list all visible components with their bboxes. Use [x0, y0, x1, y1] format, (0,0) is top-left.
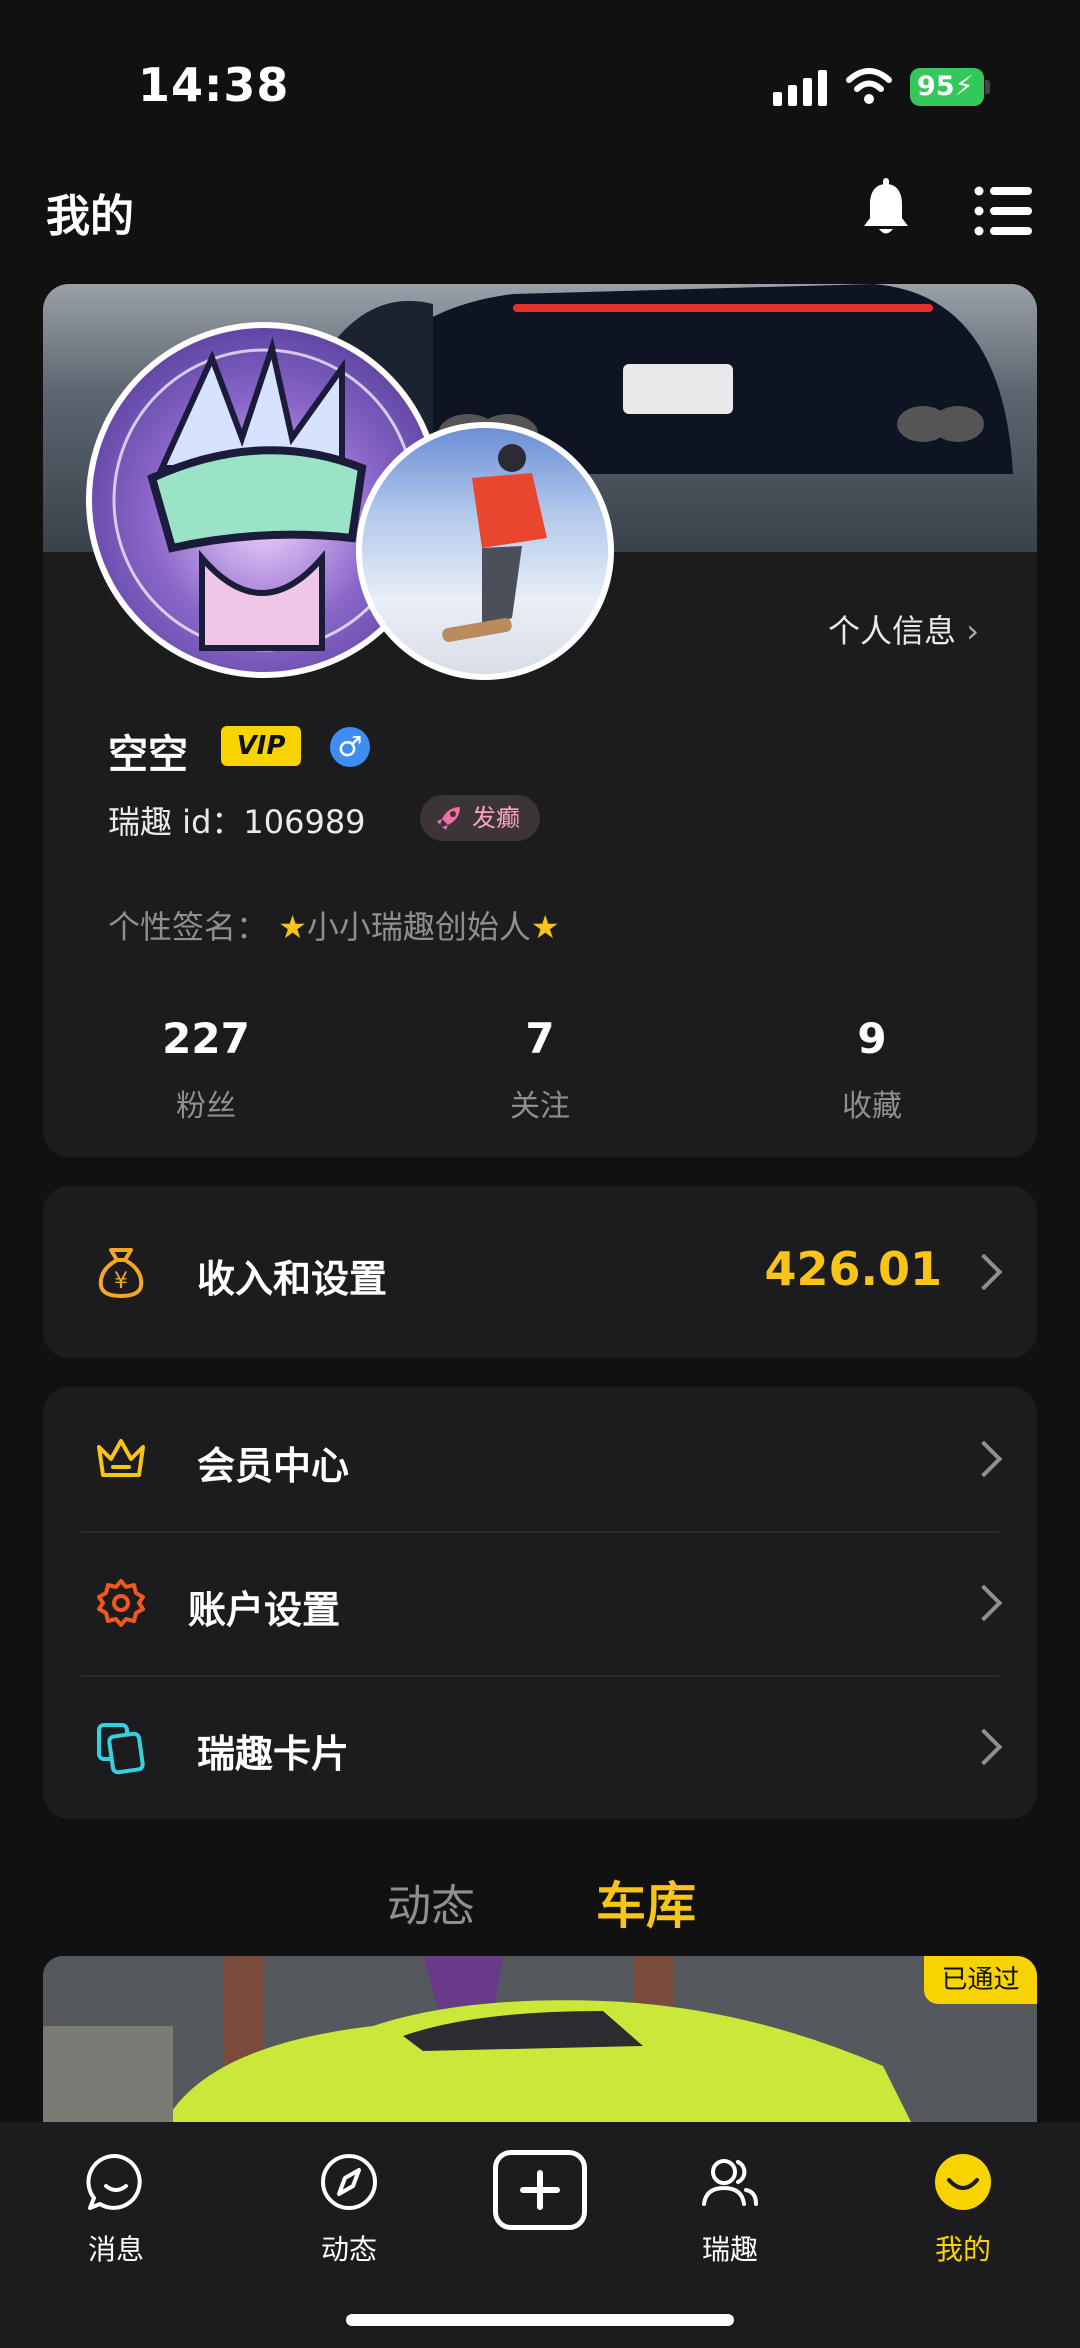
personal-info-link[interactable]: 个人信息 ›: [828, 606, 979, 652]
home-indicator: [346, 2314, 734, 2326]
income-value: 426.01: [764, 1242, 942, 1296]
stat-value: 7: [525, 1014, 555, 1063]
svg-text:¥: ¥: [114, 1269, 128, 1294]
row-label: 瑞趣卡片: [197, 1732, 350, 1776]
rocket-icon: [437, 807, 460, 830]
stat-favorites[interactable]: 9 收藏: [772, 1014, 972, 1125]
vip-badge: VIP: [221, 726, 301, 766]
cards-icon: [97, 1723, 145, 1775]
smile-icon: [935, 2154, 991, 2210]
approved-badge: 已通过: [924, 1956, 1037, 2004]
charging-icon: ⚡: [954, 71, 974, 102]
row-label: 会员中心: [197, 1444, 350, 1488]
star-icon: ★: [278, 908, 307, 946]
stat-following[interactable]: 7 关注: [440, 1014, 640, 1125]
create-post-button[interactable]: [493, 2150, 587, 2230]
plus-icon: [520, 2170, 560, 2210]
crown-icon: [97, 1439, 145, 1477]
chevron-right-icon: ›: [966, 612, 979, 650]
message-icon: [86, 2153, 142, 2210]
income-label: 收入和设置: [197, 1257, 388, 1301]
snowboarder-photo: [442, 444, 547, 643]
row-label: 账户设置: [188, 1588, 341, 1632]
stat-value: 227: [162, 1014, 250, 1063]
tab-garage[interactable]: 车库: [596, 1866, 696, 1938]
star-icon: ★: [530, 908, 560, 946]
nav-item-messages[interactable]: 消息: [46, 2150, 186, 2268]
compass-icon: [321, 2154, 377, 2210]
chevron-right-icon: [965, 1728, 1003, 1766]
stat-label: 收藏: [842, 1089, 902, 1124]
nav-label: 瑞趣: [701, 2233, 758, 2266]
status-time: 14:38: [138, 58, 290, 112]
money-bag-icon: ¥: [98, 1248, 144, 1299]
cellular-signal-icon: [773, 70, 827, 106]
status-tag[interactable]: 发癫: [420, 795, 540, 841]
nav-label: 动态: [320, 2233, 377, 2266]
nav-item-feed[interactable]: 动态: [279, 2150, 419, 2268]
user-name: 空空: [108, 732, 188, 778]
male-gender-icon: ♂: [330, 727, 370, 767]
stat-label: 粉丝: [176, 1089, 236, 1124]
stat-value: 9: [857, 1014, 887, 1063]
avatar-secondary[interactable]: [356, 422, 614, 680]
row-account-settings[interactable]: 账户设置: [43, 1531, 1037, 1675]
stat-label: 关注: [510, 1089, 570, 1124]
income-settings-row[interactable]: ¥ 收入和设置 426.01: [43, 1186, 1037, 1358]
tab-posts[interactable]: 动态: [387, 1870, 475, 1934]
nav-item-me[interactable]: 我的: [893, 2150, 1033, 2268]
gear-icon: [97, 1579, 145, 1627]
status-bar: 14:38 95⚡: [0, 0, 1080, 170]
wifi-icon: [846, 68, 892, 104]
profile-card: 个人信息 › 空空 VIP ♂ 瑞趣 id：106989 发癫 个性签名： ★小…: [43, 284, 1037, 1157]
nav-label: 我的: [934, 2233, 991, 2266]
lime-car-photo: [43, 1956, 1037, 2126]
page-title: 我的: [46, 191, 134, 242]
row-ruiqu-cards[interactable]: 瑞趣卡片: [43, 1675, 1037, 1819]
chevron-right-icon: [965, 1440, 1003, 1478]
user-id: 瑞趣 id：106989: [108, 803, 366, 841]
row-member-center[interactable]: 会员中心: [43, 1387, 1037, 1531]
menu-icon[interactable]: [974, 186, 1032, 236]
signature: 个性签名： ★小小瑞趣创始人★: [108, 908, 560, 946]
people-icon: [702, 2159, 758, 2206]
chevron-right-icon: [965, 1584, 1003, 1622]
battery-tip: [985, 80, 990, 94]
bell-icon[interactable]: [858, 178, 914, 238]
nav-label: 消息: [87, 2233, 144, 2266]
stat-followers[interactable]: 227 粉丝: [106, 1014, 306, 1125]
chevron-right-icon: [965, 1253, 1003, 1291]
settings-card: 会员中心 账户设置 瑞趣卡片: [43, 1387, 1037, 1819]
battery-indicator: 95⚡: [910, 68, 984, 106]
garage-post-card[interactable]: 已通过: [43, 1956, 1037, 2126]
nav-item-ruiqu[interactable]: 瑞趣: [660, 2150, 800, 2268]
